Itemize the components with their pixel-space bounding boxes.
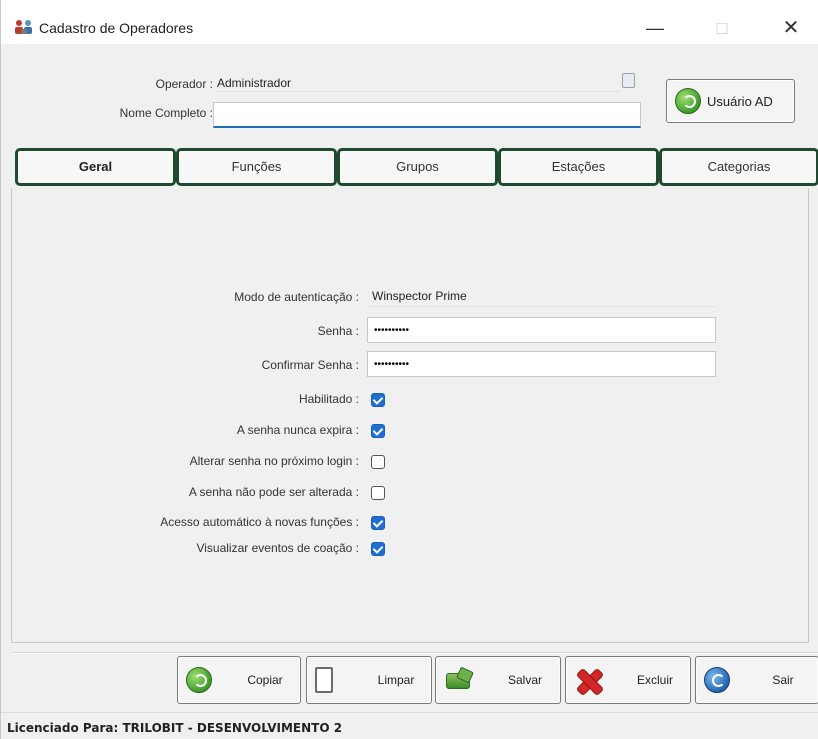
- save-icon: [444, 667, 472, 689]
- green-refresh-icon: [675, 88, 701, 114]
- users-icon: [15, 20, 32, 34]
- copiar-label: Copiar: [247, 673, 283, 687]
- tab-geral[interactable]: Geral: [15, 148, 176, 186]
- license-status-bar: Licenciado Para: TRILOBIT - DESENVOLVIME…: [1, 712, 818, 739]
- usuario-ad-label: Usuário AD: [707, 93, 773, 109]
- nome-completo-input[interactable]: [213, 102, 641, 128]
- tab-estacoes[interactable]: Estações: [498, 148, 659, 186]
- geral-panel: [11, 188, 809, 643]
- salvar-label: Salvar: [507, 673, 542, 687]
- tab-categorias[interactable]: Categorias: [659, 148, 818, 186]
- confirmar-senha-label: Confirmar Senha :: [261, 358, 359, 372]
- sair-label: Sair: [772, 673, 794, 687]
- exit-icon: [704, 667, 730, 693]
- alterar-senha-proximo-login-checkbox[interactable]: [371, 455, 385, 469]
- senha-input[interactable]: [367, 317, 716, 343]
- window-title: Cadastro de Operadores: [39, 20, 194, 36]
- maximize-button[interactable]: □: [702, 14, 742, 42]
- operador-label: Operador :: [155, 77, 213, 91]
- senha-nunca-expira-checkbox[interactable]: [371, 424, 385, 438]
- excluir-label: Excluir: [636, 673, 673, 687]
- salvar-button[interactable]: Salvar: [435, 656, 561, 704]
- acesso-automatico-label: Acesso automático à novas funções :: [160, 515, 359, 529]
- limpar-label: Limpar: [377, 673, 415, 687]
- senha-nao-pode-ser-alterada-label: A senha não pode ser alterada :: [188, 485, 359, 499]
- minimize-button[interactable]: —: [635, 14, 675, 42]
- usuario-ad-button[interactable]: Usuário AD: [666, 79, 795, 123]
- copy-icon: [186, 667, 212, 693]
- title-bar: Cadastro de Operadores — □ ✕: [1, 0, 818, 44]
- modo-autenticacao-value: Winspector Prime: [367, 283, 716, 307]
- limpar-button[interactable]: Limpar: [306, 656, 432, 704]
- operador-value: Administrador: [215, 70, 620, 92]
- nome-completo-label: Nome Completo :: [119, 106, 213, 120]
- copiar-button[interactable]: Copiar: [177, 656, 301, 704]
- confirmar-senha-input[interactable]: [367, 351, 716, 377]
- delete-x-icon: [574, 667, 602, 695]
- habilitado-label: Habilitado :: [298, 392, 359, 406]
- visualizar-eventos-coacao-label: Visualizar eventos de coação :: [196, 541, 359, 555]
- sair-button[interactable]: Sair: [695, 656, 818, 704]
- blank-page-icon: [315, 667, 333, 693]
- visualizar-eventos-coacao-checkbox[interactable]: [371, 542, 385, 556]
- close-button[interactable]: ✕: [771, 14, 811, 42]
- modo-autenticacao-label: Modo de autenticação :: [234, 290, 359, 304]
- alterar-senha-proximo-login-label: Alterar senha no próximo login :: [189, 454, 359, 468]
- toolbar-divider: [11, 652, 818, 654]
- senha-nunca-expira-label: A senha nunca expira :: [236, 423, 359, 437]
- document-icon[interactable]: [622, 73, 635, 88]
- acesso-automatico-checkbox[interactable]: [371, 516, 385, 530]
- habilitado-checkbox[interactable]: [371, 393, 385, 407]
- senha-nao-pode-ser-alterada-checkbox[interactable]: [371, 486, 385, 500]
- tab-funcoes[interactable]: Funções: [176, 148, 337, 186]
- operator-registration-window: Cadastro de Operadores — □ ✕ Operador : …: [0, 0, 818, 739]
- senha-label: Senha :: [317, 324, 359, 338]
- tab-grupos[interactable]: Grupos: [337, 148, 498, 186]
- excluir-button[interactable]: Excluir: [565, 656, 691, 704]
